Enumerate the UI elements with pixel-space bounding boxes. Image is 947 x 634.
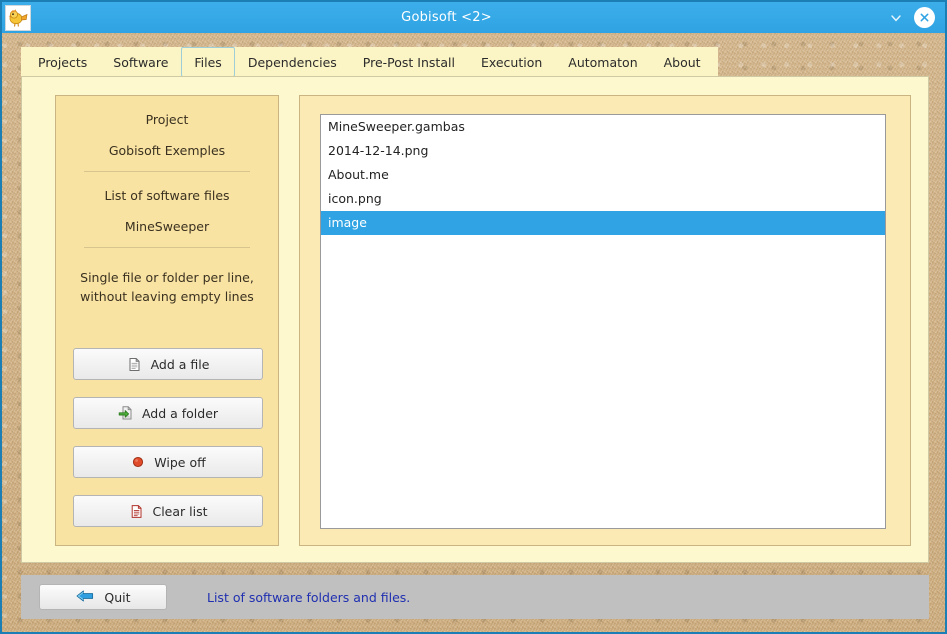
file-action-buttons: Add a file Add a folder Wipe off Clear l… [73, 348, 263, 544]
button-label: Quit [104, 589, 131, 605]
folder-import-icon [118, 405, 134, 421]
divider [84, 171, 250, 172]
project-name: Gobisoft Exemples [108, 143, 226, 158]
divider [84, 247, 250, 248]
list-item[interactable]: About.me [321, 163, 885, 187]
tab-files[interactable]: Files [181, 47, 235, 77]
button-label: Add a folder [141, 405, 219, 421]
file-icon [127, 356, 143, 372]
tab-projects[interactable]: Projects [25, 47, 100, 77]
tab-execution[interactable]: Execution [468, 47, 555, 77]
wipe-off-button[interactable]: Wipe off [73, 446, 263, 478]
software-files-label: List of software files [104, 188, 230, 203]
tab-bar: Projects Software Files Dependencies Pre… [21, 47, 718, 77]
window-controls [888, 7, 945, 28]
add-a-folder-button[interactable]: Add a folder [73, 397, 263, 429]
clear-document-icon [128, 503, 144, 519]
file-list-card: MineSweeper.gambas 2014-12-14.png About.… [299, 95, 911, 546]
red-dot-icon [130, 454, 146, 470]
add-a-file-button[interactable]: Add a file [73, 348, 263, 380]
help-note: Single file or folder per line, without … [56, 268, 278, 306]
application-window: Gobisoft <2> Projects Software Files Dep… [0, 0, 947, 634]
files-tab-panel: Project Gobisoft Exemples List of softwa… [21, 76, 929, 563]
tab-label: Automaton [568, 54, 638, 70]
tab-label: Software [113, 54, 169, 70]
button-label: Add a file [150, 356, 210, 372]
button-label: Clear list [152, 503, 208, 519]
project-info-card: Project Gobisoft Exemples List of softwa… [55, 95, 279, 546]
button-label: Wipe off [154, 454, 206, 470]
tab-label: Pre-Post Install [362, 54, 455, 70]
status-bar: Quit List of software folders and files. [21, 575, 929, 619]
list-item[interactable]: icon.png [321, 187, 885, 211]
file-list[interactable]: MineSweeper.gambas 2014-12-14.png About.… [320, 114, 886, 529]
list-item[interactable]: MineSweeper.gambas [321, 115, 885, 139]
list-item-selected[interactable]: image [321, 211, 885, 235]
tab-pre-post-install[interactable]: Pre-Post Install [350, 47, 468, 77]
tab-label: Execution [480, 54, 543, 70]
tab-label: About [663, 54, 701, 70]
project-label: Project [145, 112, 189, 127]
title-bar: Gobisoft <2> [2, 2, 945, 33]
close-icon[interactable] [914, 7, 935, 28]
tab-software[interactable]: Software [100, 47, 181, 77]
help-note-line-2: without leaving empty lines [80, 289, 254, 304]
tab-label: Files [194, 54, 222, 70]
software-name: MineSweeper [124, 219, 210, 234]
window-title: Gobisoft <2> [401, 10, 492, 25]
status-message: List of software folders and files. [207, 589, 411, 605]
quit-button[interactable]: Quit [39, 584, 167, 610]
tab-dependencies[interactable]: Dependencies [235, 47, 350, 77]
tab-about[interactable]: About [651, 47, 714, 77]
chevron-down-icon[interactable] [888, 10, 904, 26]
tab-label: Dependencies [247, 54, 337, 70]
arrow-left-icon [75, 589, 95, 606]
tab-label: Projects [38, 54, 88, 70]
tab-automaton[interactable]: Automaton [555, 47, 650, 77]
gobi-mascot-icon [5, 4, 31, 31]
help-note-line-1: Single file or folder per line, [80, 270, 254, 285]
clear-list-button[interactable]: Clear list [73, 495, 263, 527]
list-item[interactable]: 2014-12-14.png [321, 139, 885, 163]
